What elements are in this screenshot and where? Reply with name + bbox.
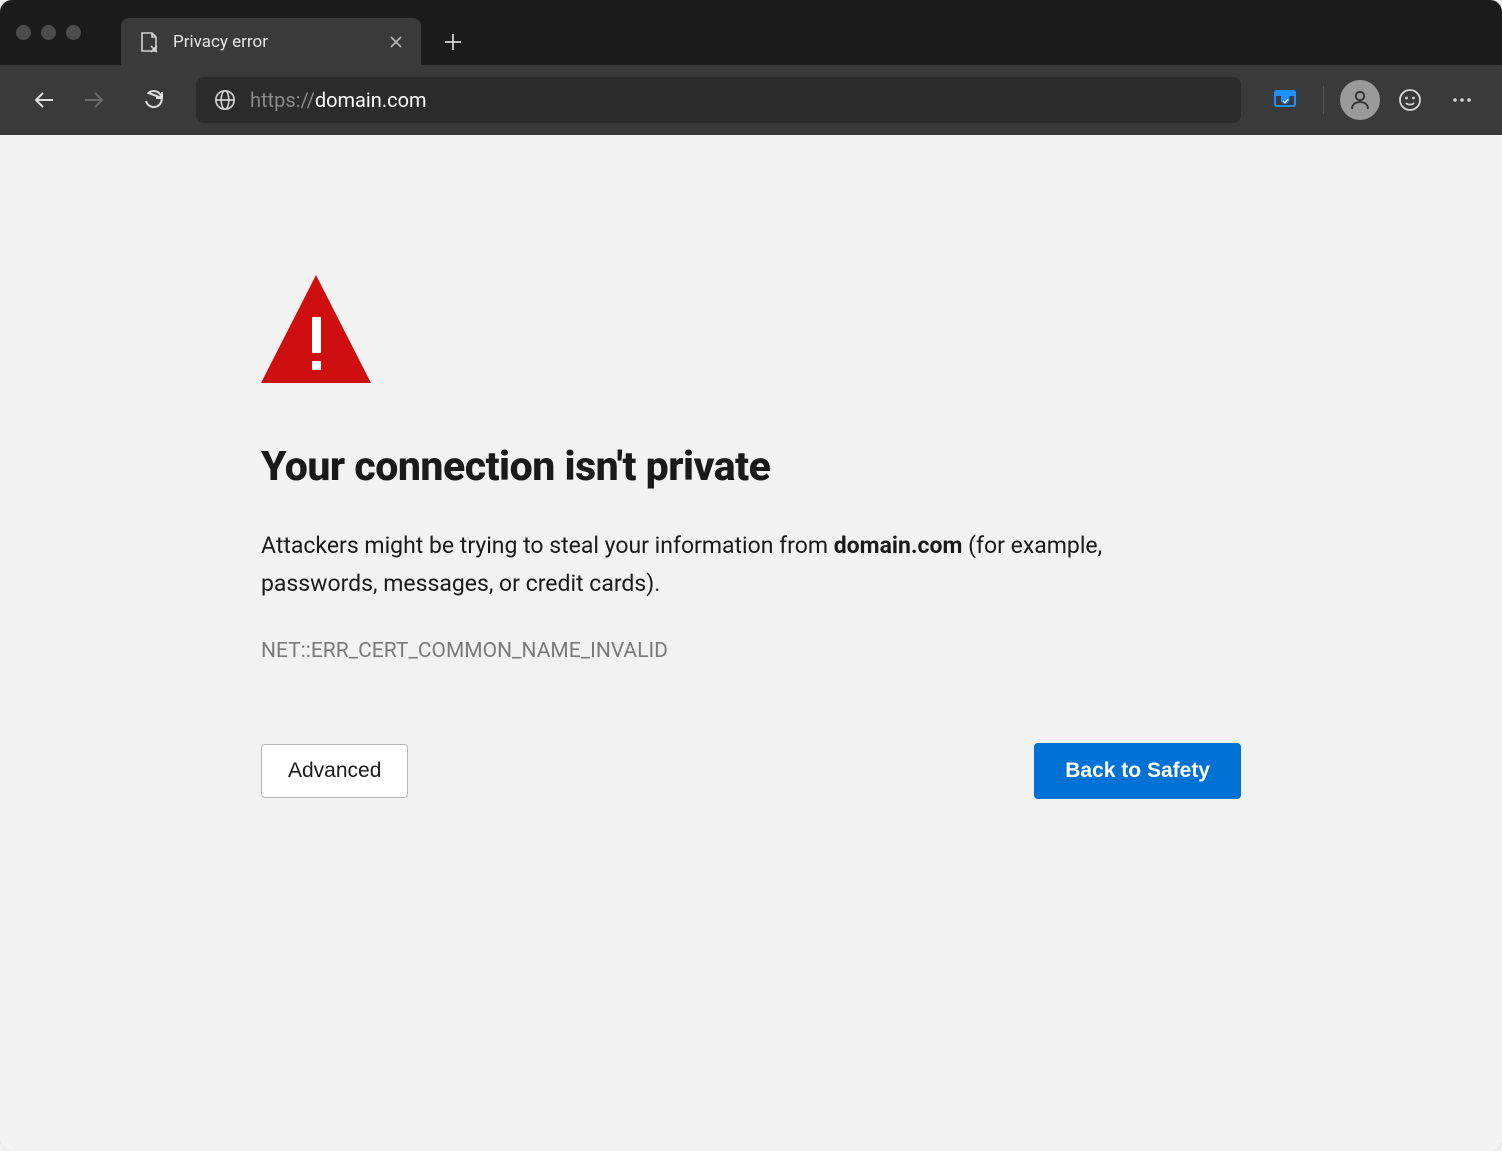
toolbar: https://domain.com xyxy=(0,65,1502,135)
window-controls xyxy=(16,25,81,40)
tracking-prevention-icon[interactable] xyxy=(1263,78,1307,122)
warning-triangle-icon xyxy=(261,275,371,383)
button-row: Advanced Back to Safety xyxy=(261,743,1241,799)
tab-title: Privacy error xyxy=(173,32,373,52)
profile-avatar[interactable] xyxy=(1340,80,1380,120)
site-identity-icon[interactable] xyxy=(214,89,236,111)
back-to-safety-button[interactable]: Back to Safety xyxy=(1034,743,1241,799)
browser-tab[interactable]: Privacy error xyxy=(121,18,421,65)
error-body-prefix: Attackers might be trying to steal your … xyxy=(261,532,834,559)
error-body: Attackers might be trying to steal your … xyxy=(261,527,1181,603)
advanced-button[interactable]: Advanced xyxy=(261,744,408,798)
settings-more-icon[interactable] xyxy=(1440,78,1484,122)
window-close-dot[interactable] xyxy=(16,25,31,40)
page-content: Your connection isn't private Attackers … xyxy=(0,135,1502,1151)
url-text: https://domain.com xyxy=(250,88,427,112)
error-headline: Your connection isn't private xyxy=(261,443,1241,491)
toolbar-right xyxy=(1263,78,1484,122)
address-bar[interactable]: https://domain.com xyxy=(196,77,1241,123)
tab-error-page-icon xyxy=(139,31,159,53)
feedback-smiley-icon[interactable] xyxy=(1388,78,1432,122)
toolbar-divider xyxy=(1323,86,1324,114)
refresh-button[interactable] xyxy=(132,78,176,122)
window-minimize-dot[interactable] xyxy=(41,25,56,40)
browser-window: Privacy error xyxy=(0,0,1502,1151)
forward-button[interactable] xyxy=(72,78,116,122)
window-zoom-dot[interactable] xyxy=(66,25,81,40)
url-scheme: https:// xyxy=(250,88,315,112)
titlebar: Privacy error xyxy=(0,0,1502,65)
back-button[interactable] xyxy=(22,78,66,122)
url-host: domain.com xyxy=(315,88,427,112)
tab-close-button[interactable] xyxy=(387,33,405,51)
new-tab-button[interactable] xyxy=(433,22,473,62)
privacy-error-interstitial: Your connection isn't private Attackers … xyxy=(261,135,1241,799)
error-code: NET::ERR_CERT_COMMON_NAME_INVALID xyxy=(261,639,1241,663)
error-body-domain: domain.com xyxy=(834,532,963,559)
